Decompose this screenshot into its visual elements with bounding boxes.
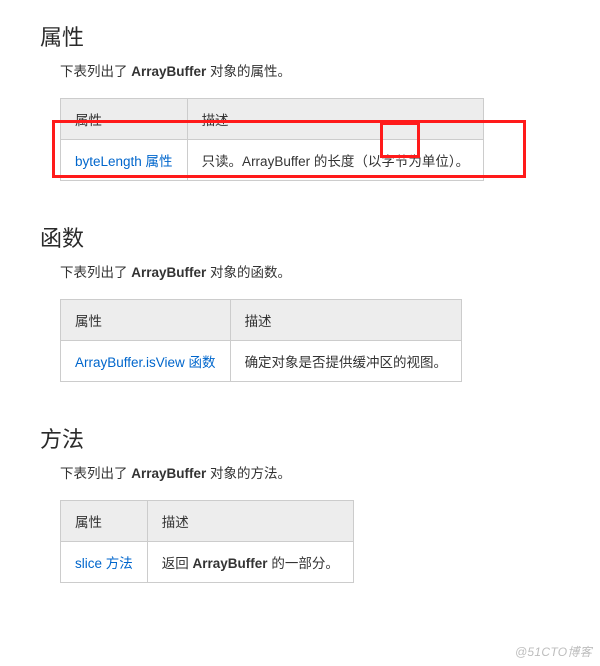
table-properties: 属性 描述 byteLength 属性 只读。ArrayBuffer 的长度（以…	[60, 98, 484, 181]
desc-suffix: 对象的函数。	[206, 265, 291, 280]
heading-functions: 函数	[40, 221, 560, 253]
desc-prefix: 返回	[162, 556, 193, 571]
th-col2: 描述	[187, 99, 484, 140]
desc-bold: ArrayBuffer	[131, 265, 206, 280]
th-col2: 描述	[147, 501, 353, 542]
desc-functions: 下表列出了 ArrayBuffer 对象的函数。	[60, 261, 560, 281]
cell-function-name: ArrayBuffer.isView 函数	[61, 341, 231, 382]
table-row: ArrayBuffer.isView 函数 确定对象是否提供缓冲区的视图。	[61, 341, 462, 382]
desc-properties: 下表列出了 ArrayBuffer 对象的属性。	[60, 60, 560, 80]
table-functions: 属性 描述 ArrayBuffer.isView 函数 确定对象是否提供缓冲区的…	[60, 299, 462, 382]
desc-prefix: 下表列出了	[60, 64, 131, 79]
th-col2: 描述	[230, 300, 462, 341]
section-functions: 函数 下表列出了 ArrayBuffer 对象的函数。 属性 描述 ArrayB…	[0, 201, 600, 402]
desc-bold: ArrayBuffer	[131, 466, 206, 481]
desc-prefix: 下表列出了	[60, 265, 131, 280]
link-bytelength[interactable]: byteLength 属性	[75, 154, 173, 169]
cell-method-desc: 返回 ArrayBuffer 的一部分。	[147, 542, 353, 583]
th-col1: 属性	[61, 300, 231, 341]
table-methods: 属性 描述 slice 方法 返回 ArrayBuffer 的一部分。	[60, 500, 354, 583]
table-row: byteLength 属性 只读。ArrayBuffer 的长度（以字节为单位）…	[61, 140, 484, 181]
cell-function-desc: 确定对象是否提供缓冲区的视图。	[230, 341, 462, 382]
desc-suffix: 对象的属性。	[206, 64, 291, 79]
link-slice[interactable]: slice 方法	[75, 556, 133, 571]
desc-methods: 下表列出了 ArrayBuffer 对象的方法。	[60, 462, 560, 482]
cell-property-name: byteLength 属性	[61, 140, 188, 181]
table-header-row: 属性 描述	[61, 300, 462, 341]
desc-suffix: 的一部分。	[268, 556, 339, 571]
desc-bold: ArrayBuffer	[131, 64, 206, 79]
cell-property-desc: 只读。ArrayBuffer 的长度（以字节为单位）。	[187, 140, 484, 181]
watermark: @51CTO博客	[515, 643, 592, 660]
desc-prefix: 下表列出了	[60, 466, 131, 481]
section-properties: 属性 下表列出了 ArrayBuffer 对象的属性。 属性 描述 byteLe…	[0, 0, 600, 201]
heading-methods: 方法	[40, 422, 560, 454]
th-col1: 属性	[61, 99, 188, 140]
table-header-row: 属性 描述	[61, 501, 354, 542]
table-header-row: 属性 描述	[61, 99, 484, 140]
desc-bold: ArrayBuffer	[193, 556, 268, 571]
section-methods: 方法 下表列出了 ArrayBuffer 对象的方法。 属性 描述 slice …	[0, 402, 600, 603]
heading-properties: 属性	[40, 20, 560, 52]
cell-method-name: slice 方法	[61, 542, 148, 583]
desc-suffix: 对象的方法。	[206, 466, 291, 481]
table-row: slice 方法 返回 ArrayBuffer 的一部分。	[61, 542, 354, 583]
link-isview[interactable]: ArrayBuffer.isView 函数	[75, 355, 216, 370]
th-col1: 属性	[61, 501, 148, 542]
